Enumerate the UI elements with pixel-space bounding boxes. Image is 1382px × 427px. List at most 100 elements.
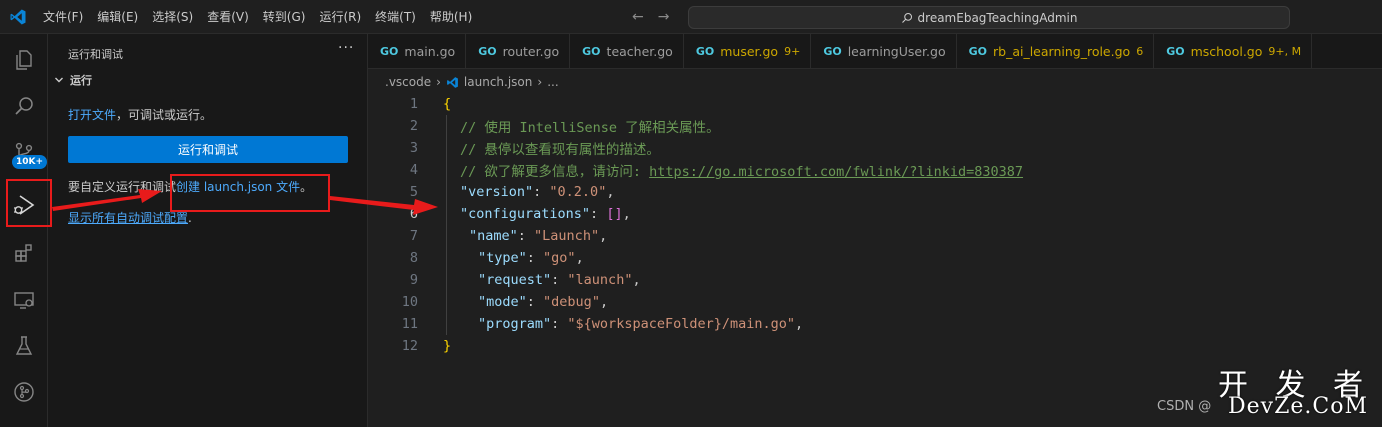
code-statement: "program": "${workspaceFolder}/main.go", xyxy=(478,316,804,332)
section-label: 运行 xyxy=(70,74,92,87)
search-icon xyxy=(901,12,912,23)
code-statement: "configurations": [], xyxy=(460,206,631,222)
code-statement: "name": "Launch", xyxy=(469,228,608,244)
menu-file[interactable]: 文件(F) xyxy=(36,0,90,34)
source-control-badge: 10K+ xyxy=(12,155,48,169)
back-arrow-icon[interactable]: ← xyxy=(632,9,644,25)
breadcrumb-tail[interactable]: ... xyxy=(547,75,558,89)
vscode-logo-icon xyxy=(0,0,36,34)
tab-teacher-go[interactable]: GO teacher.go xyxy=(570,34,684,68)
code-line: 1 { xyxy=(368,93,1382,115)
tab-label: mschool.go xyxy=(1190,44,1263,59)
panel-title: 运行和调试 xyxy=(68,48,123,61)
line-number: 6 xyxy=(409,206,418,222)
line-number: 1 xyxy=(409,96,418,112)
explorer-icon[interactable] xyxy=(0,36,48,84)
code-comment: // 欲了解更多信息，请访问: xyxy=(460,164,650,180)
line-number: 9 xyxy=(409,272,418,288)
activity-bar: 10K+ xyxy=(0,34,48,427)
tab-label: muser.go xyxy=(720,44,779,59)
search-text: dreamEbagTeachingAdmin xyxy=(917,10,1078,25)
tab-problem-count: 9+, M xyxy=(1268,45,1302,58)
annotation-box-create-link xyxy=(170,174,330,212)
command-center-search[interactable]: dreamEbagTeachingAdmin xyxy=(688,6,1290,29)
annotation-box-run-icon xyxy=(6,179,52,227)
json-key: "version" xyxy=(460,184,534,200)
code-line: 5 "version": "0.2.0", xyxy=(368,181,1382,203)
go-file-icon: GO xyxy=(968,45,987,58)
tab-label: rb_ai_learning_role.go xyxy=(993,44,1131,59)
code-line: 10 "mode": "debug", xyxy=(368,291,1382,313)
line-number: 5 xyxy=(409,184,418,200)
extensions-icon[interactable] xyxy=(0,229,48,277)
code-comment: // 使用 IntelliSense 了解相关属性。 xyxy=(460,120,720,136)
tab-rb-ai-learning-role-go[interactable]: GO rb_ai_learning_role.go 6 xyxy=(957,34,1155,68)
chevron-right-icon: › xyxy=(537,75,543,89)
go-file-icon: GO xyxy=(1166,45,1185,58)
go-file-icon: GO xyxy=(478,45,497,58)
code-text: } xyxy=(443,338,452,354)
menu-run[interactable]: 运行(R) xyxy=(312,0,368,34)
menu-selection[interactable]: 选择(S) xyxy=(145,0,200,34)
json-key: "configurations" xyxy=(460,206,591,222)
testing-icon[interactable] xyxy=(0,322,48,370)
code-comment-with-link: // 欲了解更多信息，请访问: https://go.microsoft.com… xyxy=(460,160,1023,180)
search-icon[interactable] xyxy=(0,82,48,130)
watermark-devze: DevZe.CoM xyxy=(1228,394,1368,419)
code-statement: "version": "0.2.0", xyxy=(460,184,615,200)
go-file-icon: GO xyxy=(823,45,842,58)
json-key: "request" xyxy=(478,272,552,288)
code-comment: // 悬停以查看现有属性的描述。 xyxy=(460,142,660,158)
tab-label: main.go xyxy=(404,44,456,59)
breadcrumb: .vscode › launch.json › ... xyxy=(385,72,559,92)
gitlens-icon[interactable] xyxy=(0,368,48,416)
json-value: "launch" xyxy=(567,272,633,288)
json-value: "${workspaceFolder}/main.go" xyxy=(567,316,795,332)
tab-label: learningUser.go xyxy=(847,44,946,59)
code-text: { xyxy=(443,96,452,112)
code-line: 8 "type": "go", xyxy=(368,247,1382,269)
run-and-debug-panel: 运行和调试 ··· 运行 打开文件，可调试或运行。 运行和调试 要自定义运行和调… xyxy=(48,34,368,427)
json-value: "go" xyxy=(543,250,576,266)
json-value: "0.2.0" xyxy=(549,184,607,200)
remote-explorer-icon[interactable] xyxy=(0,276,48,324)
breadcrumb-file[interactable]: launch.json xyxy=(464,75,532,89)
open-file-link[interactable]: 打开文件 xyxy=(68,108,116,122)
tab-muser-go[interactable]: GO muser.go 9+ xyxy=(684,34,812,68)
line-number: 4 xyxy=(409,162,418,178)
chevron-right-icon: › xyxy=(436,75,441,89)
code-line-active: 6 "configurations": [], xyxy=(368,203,1382,225)
tab-main-go[interactable]: GO main.go xyxy=(368,34,467,68)
tab-router-go[interactable]: GO router.go xyxy=(466,34,571,68)
line-number: 11 xyxy=(401,316,418,332)
json-value: [] xyxy=(606,206,623,222)
json-key: "name" xyxy=(469,228,518,244)
title-bar: 文件(F) 编辑(E) 选择(S) 查看(V) 转到(G) 运行(R) 终端(T… xyxy=(0,0,1382,34)
code-line: 11 "program": "${workspaceFolder}/main.g… xyxy=(368,313,1382,335)
code-url-link[interactable]: https://go.microsoft.com/fwlink/?linkid=… xyxy=(649,164,1023,180)
code-statement: "request": "launch", xyxy=(478,272,641,288)
code-line: 3 // 悬停以查看现有属性的描述。 xyxy=(368,137,1382,159)
tab-mschool-go[interactable]: GO mschool.go 9+, M xyxy=(1154,34,1313,68)
menu-terminal[interactable]: 终端(T) xyxy=(368,0,423,34)
tab-learninguser-go[interactable]: GO learningUser.go xyxy=(811,34,957,68)
show-all-debug-configs-link[interactable]: 显示所有自动调试配置 xyxy=(68,211,188,225)
menu-go[interactable]: 转到(G) xyxy=(256,0,313,34)
tab-problem-count: 6 xyxy=(1136,45,1144,58)
menu-help[interactable]: 帮助(H) xyxy=(423,0,479,34)
more-actions-icon[interactable]: ··· xyxy=(338,40,354,56)
menu-view[interactable]: 查看(V) xyxy=(200,0,256,34)
menu-edit[interactable]: 编辑(E) xyxy=(90,0,145,34)
editor-tabs: GO main.go GO router.go GO teacher.go GO mus… xyxy=(368,34,1382,69)
breadcrumb-folder[interactable]: .vscode xyxy=(385,75,431,89)
json-value: "debug" xyxy=(543,294,600,310)
json-key: "type" xyxy=(478,250,527,266)
run-and-debug-button[interactable]: 运行和调试 xyxy=(68,136,348,163)
go-file-icon: GO xyxy=(695,45,715,58)
forward-arrow-icon[interactable]: → xyxy=(658,9,670,25)
tab-label: router.go xyxy=(502,44,560,59)
json-value: "Launch" xyxy=(534,228,600,244)
json-key: "program" xyxy=(478,316,552,332)
json-key: "mode" xyxy=(478,294,527,310)
section-header-run[interactable]: 运行 xyxy=(54,72,92,88)
